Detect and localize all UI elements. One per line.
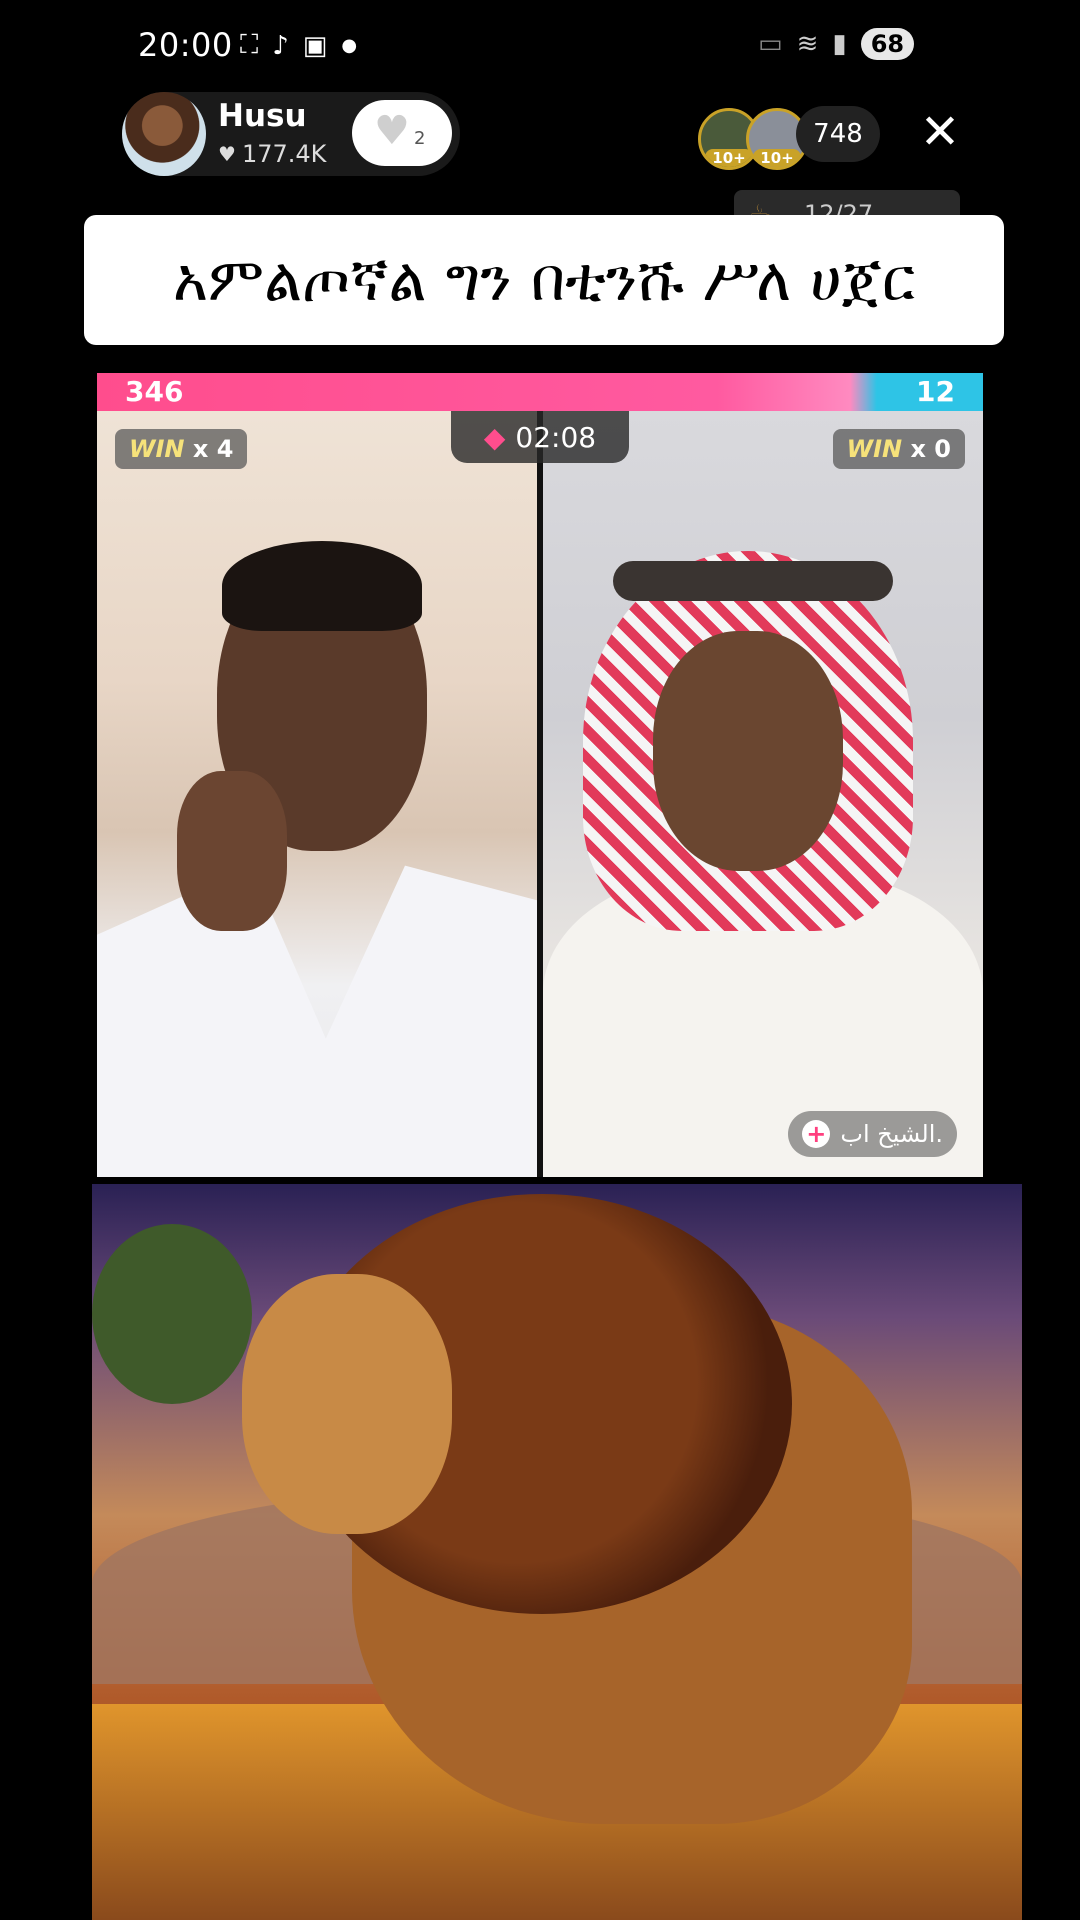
dot-icon: ● xyxy=(341,35,358,56)
lion-face xyxy=(242,1274,452,1534)
viewer-rank-badge: 10+ xyxy=(705,149,753,167)
person-agal xyxy=(613,561,893,601)
battery-indicator: 68 xyxy=(860,28,915,60)
follow-button[interactable]: ♥ 2 xyxy=(352,100,452,166)
close-icon[interactable]: ✕ xyxy=(912,106,968,162)
person-hair xyxy=(222,541,422,631)
host-chip[interactable]: Husu ♥ 177.4K ♥ 2 xyxy=(122,92,460,176)
person-face xyxy=(653,631,843,871)
person-hand xyxy=(177,771,287,931)
score-right: 12 xyxy=(916,375,955,408)
status-icons-right: ▭ ≋ ▮ 68 xyxy=(758,28,915,60)
win-label: WIN xyxy=(129,435,185,463)
host-camera-feed[interactable] xyxy=(97,411,537,1177)
person-shirt xyxy=(97,865,537,1177)
tiktok-icon: ♪ xyxy=(272,30,289,61)
host-likes-count: 177.4K xyxy=(241,140,327,168)
status-icons-left: ⛶ ♪ ▣ ● xyxy=(240,30,357,61)
viewer-count[interactable]: 748 xyxy=(796,106,880,162)
host-name: Husu xyxy=(218,98,307,134)
opponent-camera-feed[interactable]: + الشيخ اب. xyxy=(543,411,983,1177)
tree-shape xyxy=(92,1224,252,1404)
wifi-icon: ≋ xyxy=(796,29,819,59)
win-count: x 4 xyxy=(192,435,234,463)
caption-banner: አምልጦኛል ግን በቲንሹ ሥለ ሀጀር xyxy=(84,215,1004,345)
heart-icon: ♥ xyxy=(218,142,236,166)
gallery-icon: ▣ xyxy=(302,30,328,61)
host-avatar[interactable] xyxy=(122,92,206,176)
plus-icon[interactable]: + xyxy=(802,1120,831,1148)
battle-timer: ◆ 02:08 xyxy=(451,411,629,463)
live-battle-panel: 346 12 + الشيخ اب. WIN x 4 WIN x 0 ◆ 02:… xyxy=(97,373,983,1177)
follow-count: 2 xyxy=(414,128,426,149)
timer-value: 02:08 xyxy=(515,420,597,454)
status-time: 20:00 xyxy=(138,26,233,64)
cast-icon: ▭ xyxy=(758,29,783,59)
opponent-name: الشيخ اب. xyxy=(840,1120,943,1148)
opponent-name-pill[interactable]: + الشيخ اب. xyxy=(788,1111,957,1157)
heart-outline-icon: ♥ xyxy=(374,108,410,154)
win-count: x 0 xyxy=(910,435,951,463)
win-streak-left: WIN x 4 xyxy=(115,429,248,469)
score-left: 346 xyxy=(125,375,184,408)
viewer-rank-badge: 10+ xyxy=(753,149,801,167)
lion-image xyxy=(92,1184,1022,1920)
signal-icon: ▮ xyxy=(832,29,847,59)
battle-score-bar: 346 12 xyxy=(97,373,983,411)
win-streak-right: WIN x 0 xyxy=(832,429,965,469)
screen-record-icon: ⛶ xyxy=(240,30,259,60)
battle-icon: ◆ xyxy=(483,420,506,454)
win-label: WIN xyxy=(846,435,903,463)
host-likes: ♥ 177.4K xyxy=(218,140,326,168)
